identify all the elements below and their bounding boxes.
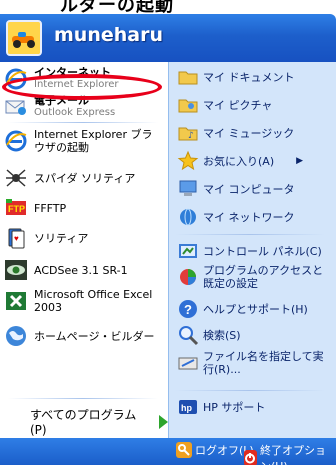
recent-solitaire-label: ソリティア: [34, 231, 89, 245]
right-run[interactable]: ファイル名を指定して実行(R)...: [177, 350, 333, 376]
recent-solitaire[interactable]: ♥ ソリティア: [4, 226, 164, 250]
right-hp-support[interactable]: hp HP サポート: [177, 396, 333, 418]
right-item-label: マイ ドキュメント: [203, 70, 295, 84]
ftp-icon: FTP: [4, 196, 28, 220]
recent-spider-solitaire[interactable]: スパイダ ソリティア: [4, 166, 164, 190]
control-panel-icon: [177, 240, 199, 262]
user-name: muneharu: [54, 24, 163, 46]
email-icon: [4, 95, 28, 119]
recent-ffftp-label: FFFTP: [34, 201, 67, 215]
recent-acdsee[interactable]: ACDSee 3.1 SR-1: [4, 258, 164, 282]
separator: [8, 122, 158, 123]
recent-acdsee-label: ACDSee 3.1 SR-1: [34, 263, 128, 277]
internet-explorer-icon: [4, 67, 28, 91]
hp-icon: hp: [177, 396, 199, 418]
user-avatar[interactable]: [6, 20, 42, 56]
cards-icon: ♥: [4, 226, 28, 250]
start-menu-header: muneharu: [0, 14, 336, 62]
svg-text:♥: ♥: [14, 234, 19, 243]
race-car-icon: [8, 22, 40, 54]
start-menu-footer: ログオフ(L) 終了オプション(U): [0, 438, 336, 465]
right-item-label: ファイル名を指定して実行(R)...: [203, 350, 324, 376]
spider-icon: [4, 166, 28, 190]
pinned-internet[interactable]: インターネット Internet Explorer: [4, 66, 164, 91]
network-icon: [177, 206, 199, 228]
pinned-internet-label: インターネット: [34, 66, 111, 79]
right-item-label: マイ コンピュータ: [203, 182, 295, 196]
pinned-email[interactable]: 電子メール Outlook Express: [4, 94, 164, 119]
recent-homepage-label: ホームページ・ビルダー: [34, 329, 155, 343]
svg-text:hp: hp: [181, 403, 192, 413]
all-programs-button[interactable]: すべてのプログラム(P): [30, 406, 168, 437]
green-arrow-icon: [159, 414, 168, 429]
shutdown-label: 終了オプション(U): [259, 444, 326, 465]
program-defaults-icon: [177, 266, 199, 288]
help-icon: ?: [177, 298, 199, 320]
star-icon: [177, 150, 199, 172]
submenu-arrow-icon: ▶: [296, 155, 304, 166]
separator: [175, 390, 325, 391]
left-column: インターネット Internet Explorer 電子メール Outlook …: [0, 62, 168, 438]
logoff-button[interactable]: ログオフ(L): [176, 442, 254, 458]
shutdown-button[interactable]: 終了オプション(U): [244, 442, 336, 465]
right-my-pictures[interactable]: マイ ピクチャ: [177, 94, 333, 116]
recent-spider-label: スパイダ ソリティア: [34, 171, 136, 185]
right-item-label: コントロール パネル(C): [203, 244, 322, 258]
right-program-access[interactable]: プログラムのアクセスと既定の設定: [177, 264, 333, 290]
eye-icon: [4, 258, 28, 282]
separator: [175, 234, 325, 235]
right-item-label: マイ ネットワーク: [203, 210, 295, 224]
power-icon: [244, 450, 257, 465]
key-icon: [176, 442, 192, 458]
right-item-label: 検索(S): [203, 328, 241, 342]
folder-pictures-icon: [177, 94, 199, 116]
start-menu: muneharu インターネット Internet Explorer 電子メール…: [0, 14, 336, 465]
separator: [8, 398, 158, 399]
svg-text:♪: ♪: [188, 131, 194, 141]
right-item-label: プログラムのアクセスと既定の設定: [203, 264, 324, 290]
right-item-label: マイ ミュージック: [203, 126, 295, 140]
right-column: マイ ドキュメント マイ ピクチャ ♪ マイ ミュージック お気に入り(A) ▶…: [168, 62, 336, 438]
pinned-email-sub: Outlook Express: [34, 107, 116, 118]
right-search[interactable]: 検索(S): [177, 324, 333, 346]
right-my-documents[interactable]: マイ ドキュメント: [177, 66, 333, 88]
right-item-label: お気に入り(A): [203, 154, 275, 168]
recent-excel[interactable]: Microsoft Office Excel 2003: [4, 288, 164, 314]
right-control-panel[interactable]: コントロール パネル(C): [177, 240, 333, 262]
right-favorites[interactable]: お気に入り(A) ▶: [177, 150, 333, 172]
pinned-internet-sub: Internet Explorer: [34, 79, 119, 90]
excel-icon: [4, 289, 28, 313]
right-my-network[interactable]: マイ ネットワーク: [177, 206, 333, 228]
folder-music-icon: ♪: [177, 122, 199, 144]
recent-ffftp[interactable]: FTP FFFTP: [4, 196, 164, 220]
all-programs-label: すべてのプログラム(P): [30, 408, 137, 437]
recent-excel-label: Microsoft Office Excel 2003: [34, 288, 153, 314]
top-band: ルダーの起動: [0, 0, 336, 16]
globe-icon: [4, 324, 28, 348]
folder-icon: [177, 66, 199, 88]
svg-text:?: ?: [184, 302, 192, 317]
recent-ie-launch[interactable]: Internet Explorer ブラウザの起動: [4, 128, 164, 154]
right-my-music[interactable]: ♪ マイ ミュージック: [177, 122, 333, 144]
recent-homepage-builder[interactable]: ホームページ・ビルダー: [4, 324, 164, 348]
right-item-label: マイ ピクチャ: [203, 98, 273, 112]
svg-text:FTP: FTP: [8, 204, 25, 214]
run-icon: [177, 352, 199, 374]
internet-explorer-icon: [4, 129, 28, 153]
right-item-label: HP サポート: [203, 400, 266, 414]
right-item-label: ヘルプとサポート(H): [203, 302, 308, 316]
search-icon: [177, 324, 199, 346]
computer-icon: [177, 178, 199, 200]
recent-ie-launch-label: Internet Explorer ブラウザの起動: [34, 128, 153, 154]
right-help-support[interactable]: ? ヘルプとサポート(H): [177, 298, 333, 320]
pinned-email-label: 電子メール: [34, 94, 89, 107]
right-my-computer[interactable]: マイ コンピュータ: [177, 178, 333, 200]
